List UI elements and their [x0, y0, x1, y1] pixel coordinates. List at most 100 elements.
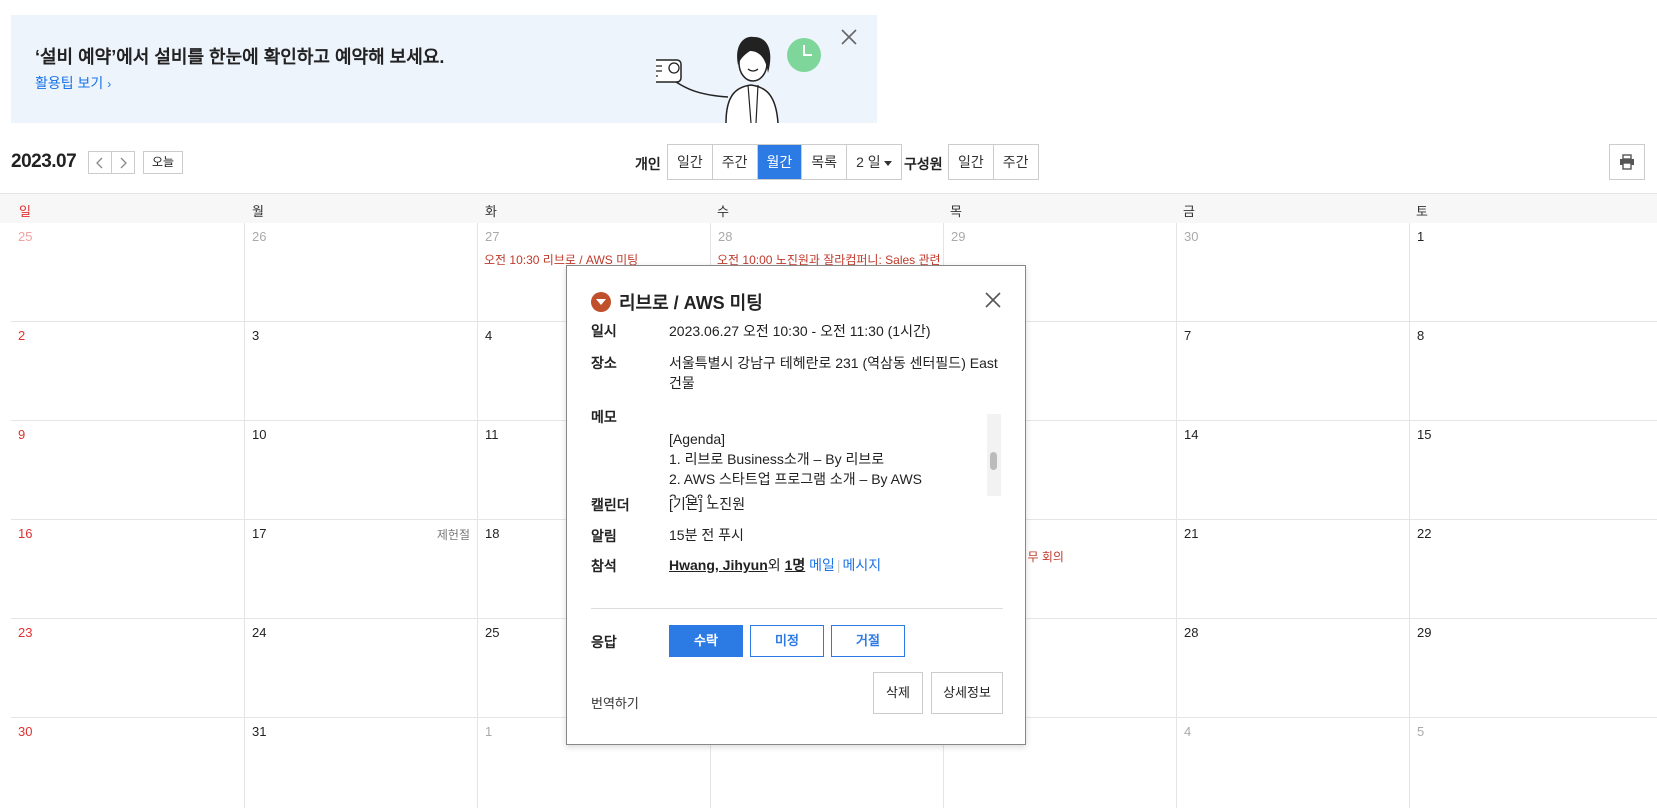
delete-button[interactable]: 삭제	[873, 672, 923, 714]
event-title: 리브로 / AWS 미팅	[619, 293, 763, 313]
alarm-label: 알림	[591, 528, 617, 544]
attendee-name[interactable]: Hwang, Jihyun	[669, 557, 768, 573]
day-cell[interactable]: 29	[1409, 619, 1657, 718]
accept-button[interactable]: 수락	[669, 625, 743, 657]
day-number: 31	[252, 724, 267, 739]
day-cell[interactable]: 22	[1409, 520, 1657, 619]
day-number: 22	[1417, 526, 1432, 541]
day-number: 9	[18, 427, 26, 442]
day-cell[interactable]: 5	[1409, 718, 1657, 808]
attendee-suffix: 외	[767, 557, 781, 573]
person-projector-illustration	[656, 36, 821, 123]
view-week-button[interactable]: 주간	[712, 145, 758, 179]
day-cell[interactable]: 8	[1409, 322, 1657, 421]
day-number: 8	[1417, 328, 1425, 343]
calendar-toolbar: 2023.07 오늘 개인 일간 주간 월간 목록 2 일 구성원 일간 주간	[0, 140, 1657, 186]
day-number: 29	[951, 229, 966, 244]
day-cell[interactable]: 2	[11, 322, 244, 421]
view-month-button[interactable]: 월간	[757, 145, 803, 179]
banner-title: ‘설비 예약’에서 설비를 한눈에 확인하고 예약해 보세요.	[35, 47, 445, 67]
day-cell[interactable]: 15	[1409, 421, 1657, 520]
decline-button[interactable]: 거절	[831, 625, 905, 657]
weekday-sun: 일	[19, 204, 31, 219]
weekday-fri: 금	[1183, 204, 1195, 219]
calendar-color-dropdown[interactable]	[591, 292, 611, 312]
day-number: 25	[18, 229, 33, 244]
close-icon[interactable]	[837, 25, 861, 49]
day-cell[interactable]: 10	[244, 421, 477, 520]
translate-link[interactable]: 번역하기	[591, 693, 639, 712]
print-button[interactable]	[1609, 144, 1645, 180]
printer-icon	[1620, 154, 1634, 170]
day-number: 1	[485, 724, 493, 739]
alarm-value: 15분 전 푸시	[669, 527, 744, 543]
day-cell[interactable]: 14	[1176, 421, 1409, 520]
calendar-label: 캘린더	[591, 497, 630, 513]
day-number: 16	[18, 526, 33, 541]
day-cell[interactable]: 4	[1176, 718, 1409, 808]
day-number: 21	[1184, 526, 1199, 541]
close-icon[interactable]	[981, 288, 1005, 312]
prev-month-button[interactable]	[88, 151, 112, 174]
mail-link[interactable]: 메일	[809, 557, 835, 573]
day-cell[interactable]: 16	[11, 520, 244, 619]
caret-down-icon	[596, 299, 606, 305]
day-number: 25	[485, 625, 500, 640]
member-day-button[interactable]: 일간	[949, 145, 994, 179]
day-number: 14	[1184, 427, 1199, 442]
scrollbar-thumb[interactable]	[990, 452, 997, 470]
banner-tip-link[interactable]: 활용팁 보기 ›	[35, 73, 111, 93]
view-list-button[interactable]: 목록	[802, 145, 848, 179]
memo-scrollbar[interactable]	[987, 414, 1001, 496]
day-cell[interactable]: 30	[1176, 223, 1409, 322]
view-days-label: 2 일	[856, 154, 881, 170]
response-label: 응답	[591, 634, 617, 650]
day-cell[interactable]: 30	[11, 718, 244, 808]
personal-view-switcher: 일간 주간 월간 목록 2 일	[667, 144, 902, 180]
promo-banner: ‘설비 예약’에서 설비를 한눈에 확인하고 예약해 보세요. 활용팁 보기 ›	[11, 15, 877, 123]
day-cell[interactable]: 26	[244, 223, 477, 322]
weekday-header: 일 월 화 수 목 금 토	[0, 193, 1657, 223]
chevron-right-icon: ›	[107, 77, 112, 91]
next-month-button[interactable]	[111, 151, 135, 174]
day-cell[interactable]: 9	[11, 421, 244, 520]
attendee-count[interactable]: 1명	[785, 557, 806, 573]
day-number: 3	[252, 328, 260, 343]
day-cell[interactable]: 24	[244, 619, 477, 718]
day-cell[interactable]: 31	[244, 718, 477, 808]
view-day-button[interactable]: 일간	[668, 145, 713, 179]
day-number: 7	[1184, 328, 1192, 343]
day-cell[interactable]: 3	[244, 322, 477, 421]
tentative-button[interactable]: 미정	[750, 625, 824, 657]
chevron-right-icon	[120, 157, 127, 168]
attend-label: 참석	[591, 558, 617, 574]
day-number: 11	[485, 427, 499, 442]
view-days-dropdown[interactable]: 2 일	[847, 145, 901, 179]
memo-content[interactable]: [Agenda] 1. 리브로 Business소개 – By 리브로 2. A…	[669, 416, 999, 498]
day-cell[interactable]: 25	[11, 223, 244, 322]
caret-down-icon	[883, 160, 892, 166]
day-cell[interactable]: 7	[1176, 322, 1409, 421]
day-cell[interactable]: 21	[1176, 520, 1409, 619]
datetime-value: 2023.06.27 오전 10:30 - 오전 11:30 (1시간)	[669, 323, 931, 339]
datetime-label: 일시	[591, 323, 617, 339]
weekday-mon: 월	[252, 204, 264, 219]
day-cell[interactable]: 1	[1409, 223, 1657, 322]
member-view-switcher: 일간 주간	[948, 144, 1039, 180]
day-number: 28	[1184, 625, 1199, 640]
message-link[interactable]: 메시지	[843, 557, 882, 573]
popup-header: 리브로 / AWS 미팅	[591, 290, 763, 314]
day-number: 5	[1417, 724, 1425, 739]
day-cell[interactable]: 28	[1176, 619, 1409, 718]
today-button[interactable]: 오늘	[143, 151, 184, 174]
day-cell[interactable]: 17 제헌절	[244, 520, 477, 619]
day-number: 26	[252, 229, 267, 244]
member-week-button[interactable]: 주간	[993, 145, 1038, 179]
detail-button[interactable]: 상세정보	[931, 672, 1003, 714]
day-cell[interactable]: 23	[11, 619, 244, 718]
day-number: 24	[252, 625, 267, 640]
calendar-value: [기본] 노진원	[669, 496, 746, 512]
separator: |	[836, 557, 841, 573]
place-value: 서울특별시 강남구 테헤란로 231 (역삼동 센터필드) East 건물	[669, 353, 998, 393]
day-number: 2	[18, 328, 26, 343]
